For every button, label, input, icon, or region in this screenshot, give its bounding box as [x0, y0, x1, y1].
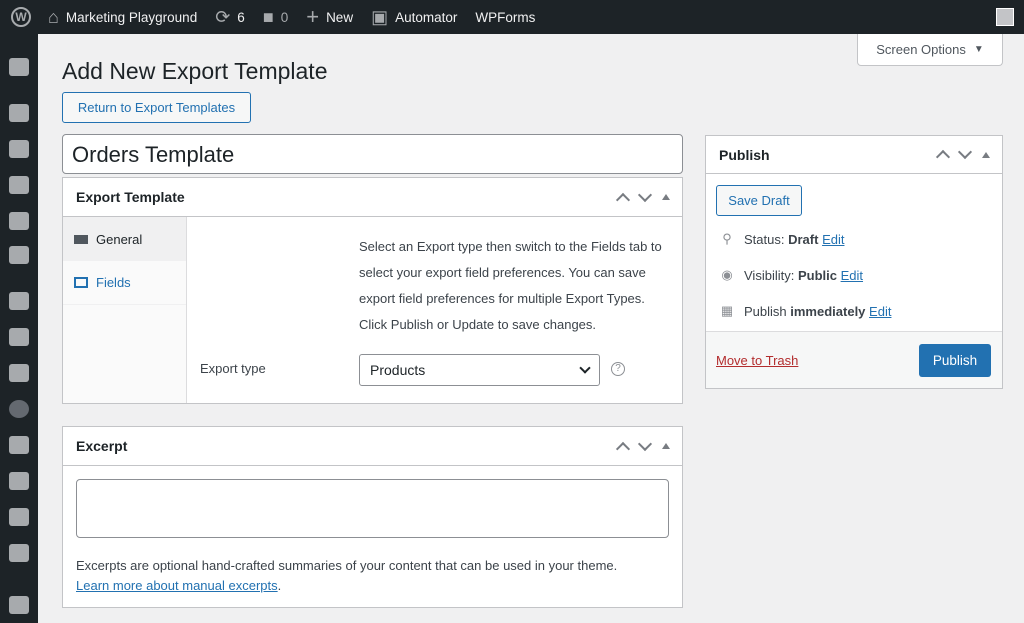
learn-more-excerpts-link[interactable]: Learn more about manual excerpts [76, 578, 278, 593]
brush-icon[interactable] [9, 596, 29, 614]
publish-button[interactable]: Publish [919, 344, 991, 377]
export-description: Select an Export type then switch to the… [359, 239, 662, 332]
return-to-export-templates-button[interactable]: Return to Export Templates [62, 92, 251, 123]
publish-box: Publish Save Draft ⚲ Status: Draft Edit ◉… [705, 135, 1003, 389]
page-title: Add New Export Template [62, 58, 328, 84]
save-draft-button[interactable]: Save Draft [716, 185, 802, 216]
export-type-label: Export type [200, 361, 266, 376]
updates-link[interactable]: ⟳ 6 [215, 8, 245, 26]
export-template-box: Export Template General Fields Select an… [62, 177, 683, 404]
archive-icon[interactable] [9, 328, 29, 346]
edit-visibility-link[interactable]: Edit [841, 268, 863, 283]
wpforms-link[interactable]: WPForms [475, 10, 535, 25]
chevron-down-icon [579, 362, 591, 374]
home-icon: ⌂ [48, 7, 59, 27]
status-pin-icon: ⚲ [722, 231, 732, 246]
tab-fields[interactable]: Fields [63, 261, 186, 305]
form-icon[interactable] [9, 544, 29, 562]
dashboard-icon[interactable] [9, 58, 29, 76]
calendar-icon: ▦ [720, 303, 734, 318]
comments-link[interactable]: ■ 0 [263, 8, 288, 26]
automator-icon[interactable] [9, 246, 29, 264]
move-to-trash-link[interactable]: Move to Trash [716, 353, 798, 368]
pin-icon[interactable] [9, 104, 29, 122]
automator-link[interactable]: ▣ Automator [371, 8, 457, 26]
comments-icon[interactable] [9, 212, 29, 230]
toggle-panel-icon[interactable] [662, 194, 670, 200]
megaphone-icon[interactable] [9, 508, 29, 526]
toggle-panel-icon[interactable] [662, 443, 670, 449]
edit-publish-date-link[interactable]: Edit [869, 304, 891, 319]
publish-actions: Move to Trash Publish [706, 331, 1002, 388]
caret-down-icon: ▼ [973, 44, 984, 55]
pages-icon[interactable] [9, 176, 29, 194]
automator-icon: ▣ [371, 7, 389, 27]
admin-bar: W ⌂ Marketing Playground ⟳ 6 ■ 0 + New ▣ Auto… [0, 0, 1024, 34]
excerpt-textarea[interactable] [76, 479, 669, 538]
site-name-link[interactable]: ⌂ Marketing Playground [48, 8, 197, 26]
move-up-icon[interactable] [935, 149, 951, 165]
woocommerce-icon[interactable] [9, 292, 29, 310]
general-icon [74, 234, 88, 244]
fields-icon [74, 277, 88, 288]
toggle-panel-icon[interactable] [982, 151, 990, 158]
tabs-column: General Fields [63, 217, 187, 403]
new-content-link[interactable]: + New [306, 6, 353, 28]
media-icon[interactable] [9, 140, 29, 158]
visibility-eye-icon: ◉ [721, 267, 733, 282]
help-icon[interactable]: ? [611, 362, 625, 376]
export-type-select[interactable]: Products [359, 354, 600, 386]
comment-icon: ■ [262, 7, 274, 27]
ticket-icon[interactable] [9, 364, 29, 382]
move-up-icon[interactable] [615, 441, 631, 456]
plus-icon: + [306, 4, 320, 29]
export-icon[interactable] [9, 400, 29, 418]
avatar[interactable] [996, 8, 1014, 26]
admin-menu [0, 34, 38, 623]
wordpress-logo-icon[interactable]: W [4, 7, 38, 27]
move-up-icon[interactable] [615, 192, 631, 207]
move-down-icon[interactable] [637, 436, 653, 451]
updates-icon: ⟳ [215, 7, 231, 27]
move-down-icon[interactable] [637, 187, 653, 202]
move-down-icon[interactable] [957, 144, 973, 160]
money-icon[interactable] [9, 436, 29, 454]
chart-icon[interactable] [9, 472, 29, 490]
tab-general[interactable]: General [63, 217, 186, 261]
title-input[interactable]: Orders Template [62, 134, 683, 174]
screen-options-button[interactable]: Screen Options ▼ [857, 34, 1003, 66]
edit-status-link[interactable]: Edit [822, 232, 844, 247]
excerpt-box: Excerpt Excerpts are optional hand-craft… [62, 426, 683, 608]
